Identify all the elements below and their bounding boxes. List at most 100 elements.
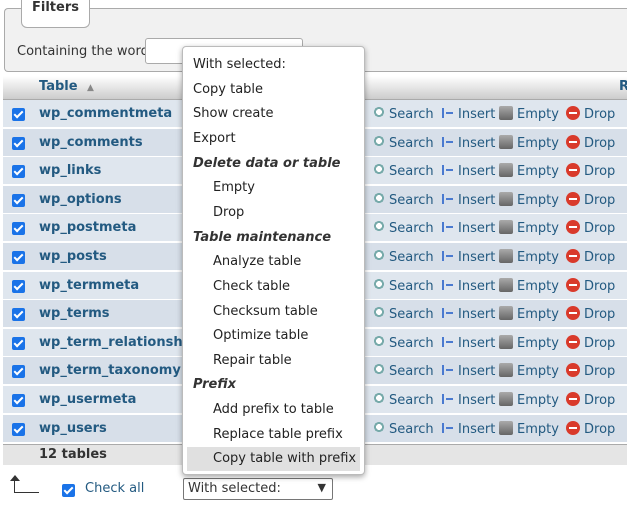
search-action-link[interactable]: Search [371, 163, 434, 179]
empty-action-link[interactable]: Empty [499, 249, 559, 265]
column-header-table[interactable]: Table [39, 79, 78, 94]
drop-action-link[interactable]: Drop [566, 106, 615, 122]
insert-action-link[interactable]: Insert [440, 220, 495, 236]
drop-action-link[interactable]: Drop [566, 249, 615, 265]
table-name-link[interactable]: wp_links [39, 163, 101, 178]
empty-action-link[interactable]: Empty [499, 163, 559, 179]
empty-action-link[interactable]: Empty [499, 106, 559, 122]
empty-action-link[interactable]: Empty [499, 277, 559, 294]
row-checkbox[interactable] [12, 308, 25, 322]
row-checkbox[interactable] [12, 222, 25, 236]
drop-action-link[interactable]: Drop [566, 277, 615, 294]
menu-item[interactable]: Copy table with prefix [187, 447, 360, 472]
empty-action-link[interactable]: Empty [499, 334, 559, 351]
table-name-link[interactable]: wp_options [39, 192, 122, 207]
search-action-link[interactable]: Search [371, 277, 434, 294]
insert-action-link[interactable]: Insert [440, 363, 495, 379]
row-checkbox[interactable] [12, 251, 25, 264]
insert-action-link[interactable]: Insert [440, 392, 495, 408]
drop-action-link[interactable]: Drop [566, 191, 615, 208]
search-action-link[interactable]: Search [371, 134, 434, 151]
empty-icon [499, 392, 513, 406]
row-checkbox[interactable] [12, 108, 25, 121]
with-selected-select[interactable]: With selected: ▼ [183, 478, 333, 500]
insert-action-link[interactable]: Insert [440, 306, 495, 322]
table-name-link[interactable]: wp_term_taxonomy [39, 363, 181, 378]
menu-item[interactable]: Export [193, 131, 236, 146]
empty-action-link[interactable]: Empty [499, 363, 559, 379]
menu-item[interactable]: Repair table [213, 353, 292, 368]
menu-item[interactable]: Checksum table [213, 304, 318, 319]
drop-action-link[interactable]: Drop [566, 163, 615, 179]
row-checkbox[interactable] [12, 193, 25, 207]
search-action-link[interactable]: Search [371, 363, 434, 379]
insert-action-label: Insert [458, 250, 496, 265]
insert-action-link[interactable]: Insert [440, 106, 495, 122]
drop-action-link[interactable]: Drop [566, 220, 615, 236]
menu-item[interactable]: Empty [213, 180, 255, 195]
menu-item[interactable]: Optimize table [213, 328, 308, 343]
drop-action-link[interactable]: Drop [566, 420, 615, 437]
empty-action-link[interactable]: Empty [499, 191, 559, 208]
empty-action-link[interactable]: Empty [499, 220, 559, 236]
menu-item[interactable]: Add prefix to table [213, 402, 334, 417]
insert-action-link[interactable]: Insert [440, 163, 495, 179]
row-checkbox[interactable] [12, 136, 25, 150]
drop-action-link[interactable]: Drop [566, 363, 615, 379]
check-all-label[interactable]: Check all [85, 481, 144, 496]
row-checkbox[interactable] [12, 394, 25, 407]
row-checkbox[interactable] [12, 365, 25, 379]
menu-item[interactable]: Analyze table [213, 254, 301, 269]
table-name-link[interactable]: wp_terms [39, 306, 110, 321]
row-checkbox[interactable] [12, 165, 25, 179]
insert-action-link[interactable]: Insert [440, 249, 495, 265]
table-name-link[interactable]: wp_commentmeta [39, 106, 172, 121]
drop-action-link[interactable]: Drop [566, 392, 615, 408]
row-checkbox[interactable] [12, 279, 25, 293]
insert-action-link[interactable]: Insert [440, 277, 495, 294]
menu-item[interactable]: Copy table [193, 82, 263, 97]
check-all-checkbox[interactable] [62, 484, 75, 497]
insert-action-link[interactable]: Insert [440, 191, 495, 208]
drop-action-label: Drop [584, 364, 616, 380]
chevron-down-icon: ▼ [317, 481, 326, 494]
search-action-link[interactable]: Search [371, 392, 434, 408]
empty-action-link[interactable]: Empty [499, 134, 559, 151]
menu-item[interactable]: Check table [213, 279, 290, 294]
search-action-link[interactable]: Search [371, 220, 434, 236]
drop-action-link[interactable]: Drop [566, 134, 615, 151]
insert-action-link[interactable]: Insert [440, 334, 495, 351]
search-icon [371, 277, 385, 292]
search-action-link[interactable]: Search [371, 249, 434, 265]
table-name-link[interactable]: wp_term_relationships [39, 335, 204, 350]
search-action-link[interactable]: Search [371, 420, 434, 437]
menu-item[interactable]: Drop [213, 205, 244, 220]
table-name-link[interactable]: wp_posts [39, 249, 107, 264]
empty-action-link[interactable]: Empty [499, 420, 559, 437]
search-action-link[interactable]: Search [371, 191, 434, 208]
drop-action-link[interactable]: Drop [566, 334, 616, 351]
insert-icon [440, 363, 454, 378]
drop-action-link[interactable]: Drop [566, 306, 615, 322]
search-action-link[interactable]: Search [371, 334, 434, 351]
empty-icon [499, 249, 513, 263]
table-name-link[interactable]: wp_usermeta [39, 392, 136, 407]
table-name-link[interactable]: wp_users [39, 421, 107, 436]
insert-action-link[interactable]: Insert [440, 134, 495, 151]
empty-action-link[interactable]: Empty [499, 306, 559, 322]
menu-item[interactable]: Show create [193, 106, 273, 121]
empty-action-link[interactable]: Empty [499, 392, 559, 408]
search-action-link[interactable]: Search [371, 106, 434, 122]
drop-action-label: Drop [584, 335, 616, 351]
insert-action-link[interactable]: Insert [440, 420, 495, 437]
table-name-link[interactable]: wp_termmeta [39, 278, 139, 293]
with-selected-value: With selected: [188, 481, 281, 496]
row-checkbox[interactable] [12, 422, 25, 436]
search-action-link[interactable]: Search [371, 306, 434, 322]
table-name-link[interactable]: wp_postmeta [39, 220, 136, 235]
row-checkbox[interactable] [12, 336, 25, 350]
menu-item[interactable]: Replace table prefix [213, 427, 343, 442]
menu-item[interactable]: With selected: [193, 57, 286, 72]
table-name-link[interactable]: wp_comments [39, 135, 143, 150]
column-header-rows[interactable]: R [619, 79, 627, 94]
